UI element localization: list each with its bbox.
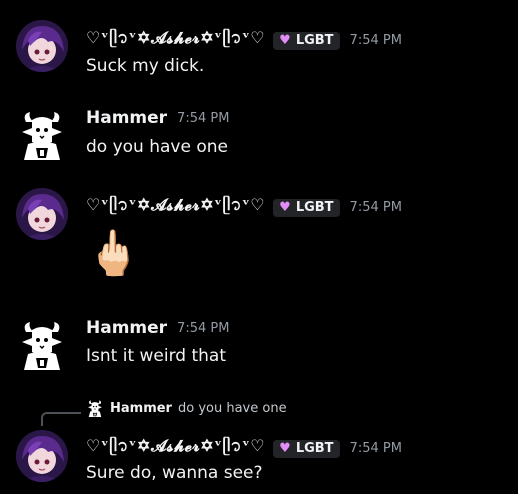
username[interactable]: Hammer xyxy=(86,318,167,338)
avatar[interactable] xyxy=(16,430,68,482)
reply-preview[interactable]: Hammer do you have one xyxy=(86,399,287,417)
heart-icon: ♥ xyxy=(279,199,291,215)
heart-icon: ♥ xyxy=(279,440,291,456)
role-tag[interactable]: ♥ LGBT xyxy=(273,198,340,217)
message-header: Hammer 7:54 PM xyxy=(86,108,229,128)
tag-label: LGBT xyxy=(295,440,334,456)
message-header: Hammer 7:54 PM xyxy=(86,318,229,338)
goat-avatar-icon xyxy=(21,111,63,161)
goat-avatar-icon xyxy=(87,400,103,417)
timestamp: 7:54 PM xyxy=(349,200,402,215)
username[interactable]: Hammer xyxy=(86,108,167,128)
goat-avatar-icon xyxy=(21,321,63,371)
message-text: Sure do, wanna see? xyxy=(86,463,263,483)
message-text: Isnt it weird that xyxy=(86,346,227,366)
message-header: ♡ᵛᥫ᭡ᵛ✡𝓐𝓼𝓱𝓮𝓻✡ᵛᥫ᭡ᵛ♡ ♥ LGBT 7:54 PM xyxy=(86,26,402,55)
tag-label: LGBT xyxy=(295,199,334,215)
reply-text: do you have one xyxy=(177,400,287,416)
anime-avatar-icon xyxy=(16,20,68,72)
anime-avatar-icon xyxy=(16,430,68,482)
middle-finger-emoji: 🖕🏻 xyxy=(86,228,141,279)
username[interactable]: ♡ᵛᥫ᭡ᵛ✡𝓐𝓼𝓱𝓮𝓻✡ᵛᥫ᭡ᵛ♡ xyxy=(86,26,265,55)
anime-avatar-icon xyxy=(16,188,68,240)
timestamp: 7:54 PM xyxy=(177,110,230,126)
avatar[interactable] xyxy=(16,188,68,240)
reply-author[interactable]: Hammer xyxy=(110,401,172,416)
message-header: ♡ᵛᥫ᭡ᵛ✡𝓐𝓼𝓱𝓮𝓻✡ᵛᥫ᭡ᵛ♡ ♥ LGBT 7:54 PM xyxy=(86,434,402,463)
timestamp: 7:54 PM xyxy=(349,33,402,48)
role-tag[interactable]: ♥ LGBT xyxy=(273,439,340,458)
message-text: Suck my dick. xyxy=(86,56,205,76)
username[interactable]: ♡ᵛᥫ᭡ᵛ✡𝓐𝓼𝓱𝓮𝓻✡ᵛᥫ᭡ᵛ♡ xyxy=(86,434,265,463)
avatar[interactable] xyxy=(16,108,68,161)
avatar[interactable] xyxy=(16,318,68,371)
timestamp: 7:54 PM xyxy=(177,320,230,336)
message-text: do you have one xyxy=(86,137,228,157)
avatar[interactable] xyxy=(16,20,68,72)
tag-label: LGBT xyxy=(295,32,334,48)
role-tag[interactable]: ♥ LGBT xyxy=(273,31,340,50)
message-header: ♡ᵛᥫ᭡ᵛ✡𝓐𝓼𝓱𝓮𝓻✡ᵛᥫ᭡ᵛ♡ ♥ LGBT 7:54 PM xyxy=(86,193,402,222)
timestamp: 7:54 PM xyxy=(349,441,402,456)
username[interactable]: ♡ᵛᥫ᭡ᵛ✡𝓐𝓼𝓱𝓮𝓻✡ᵛᥫ᭡ᵛ♡ xyxy=(86,193,265,222)
heart-icon: ♥ xyxy=(279,32,291,48)
reply-connector xyxy=(41,412,81,426)
